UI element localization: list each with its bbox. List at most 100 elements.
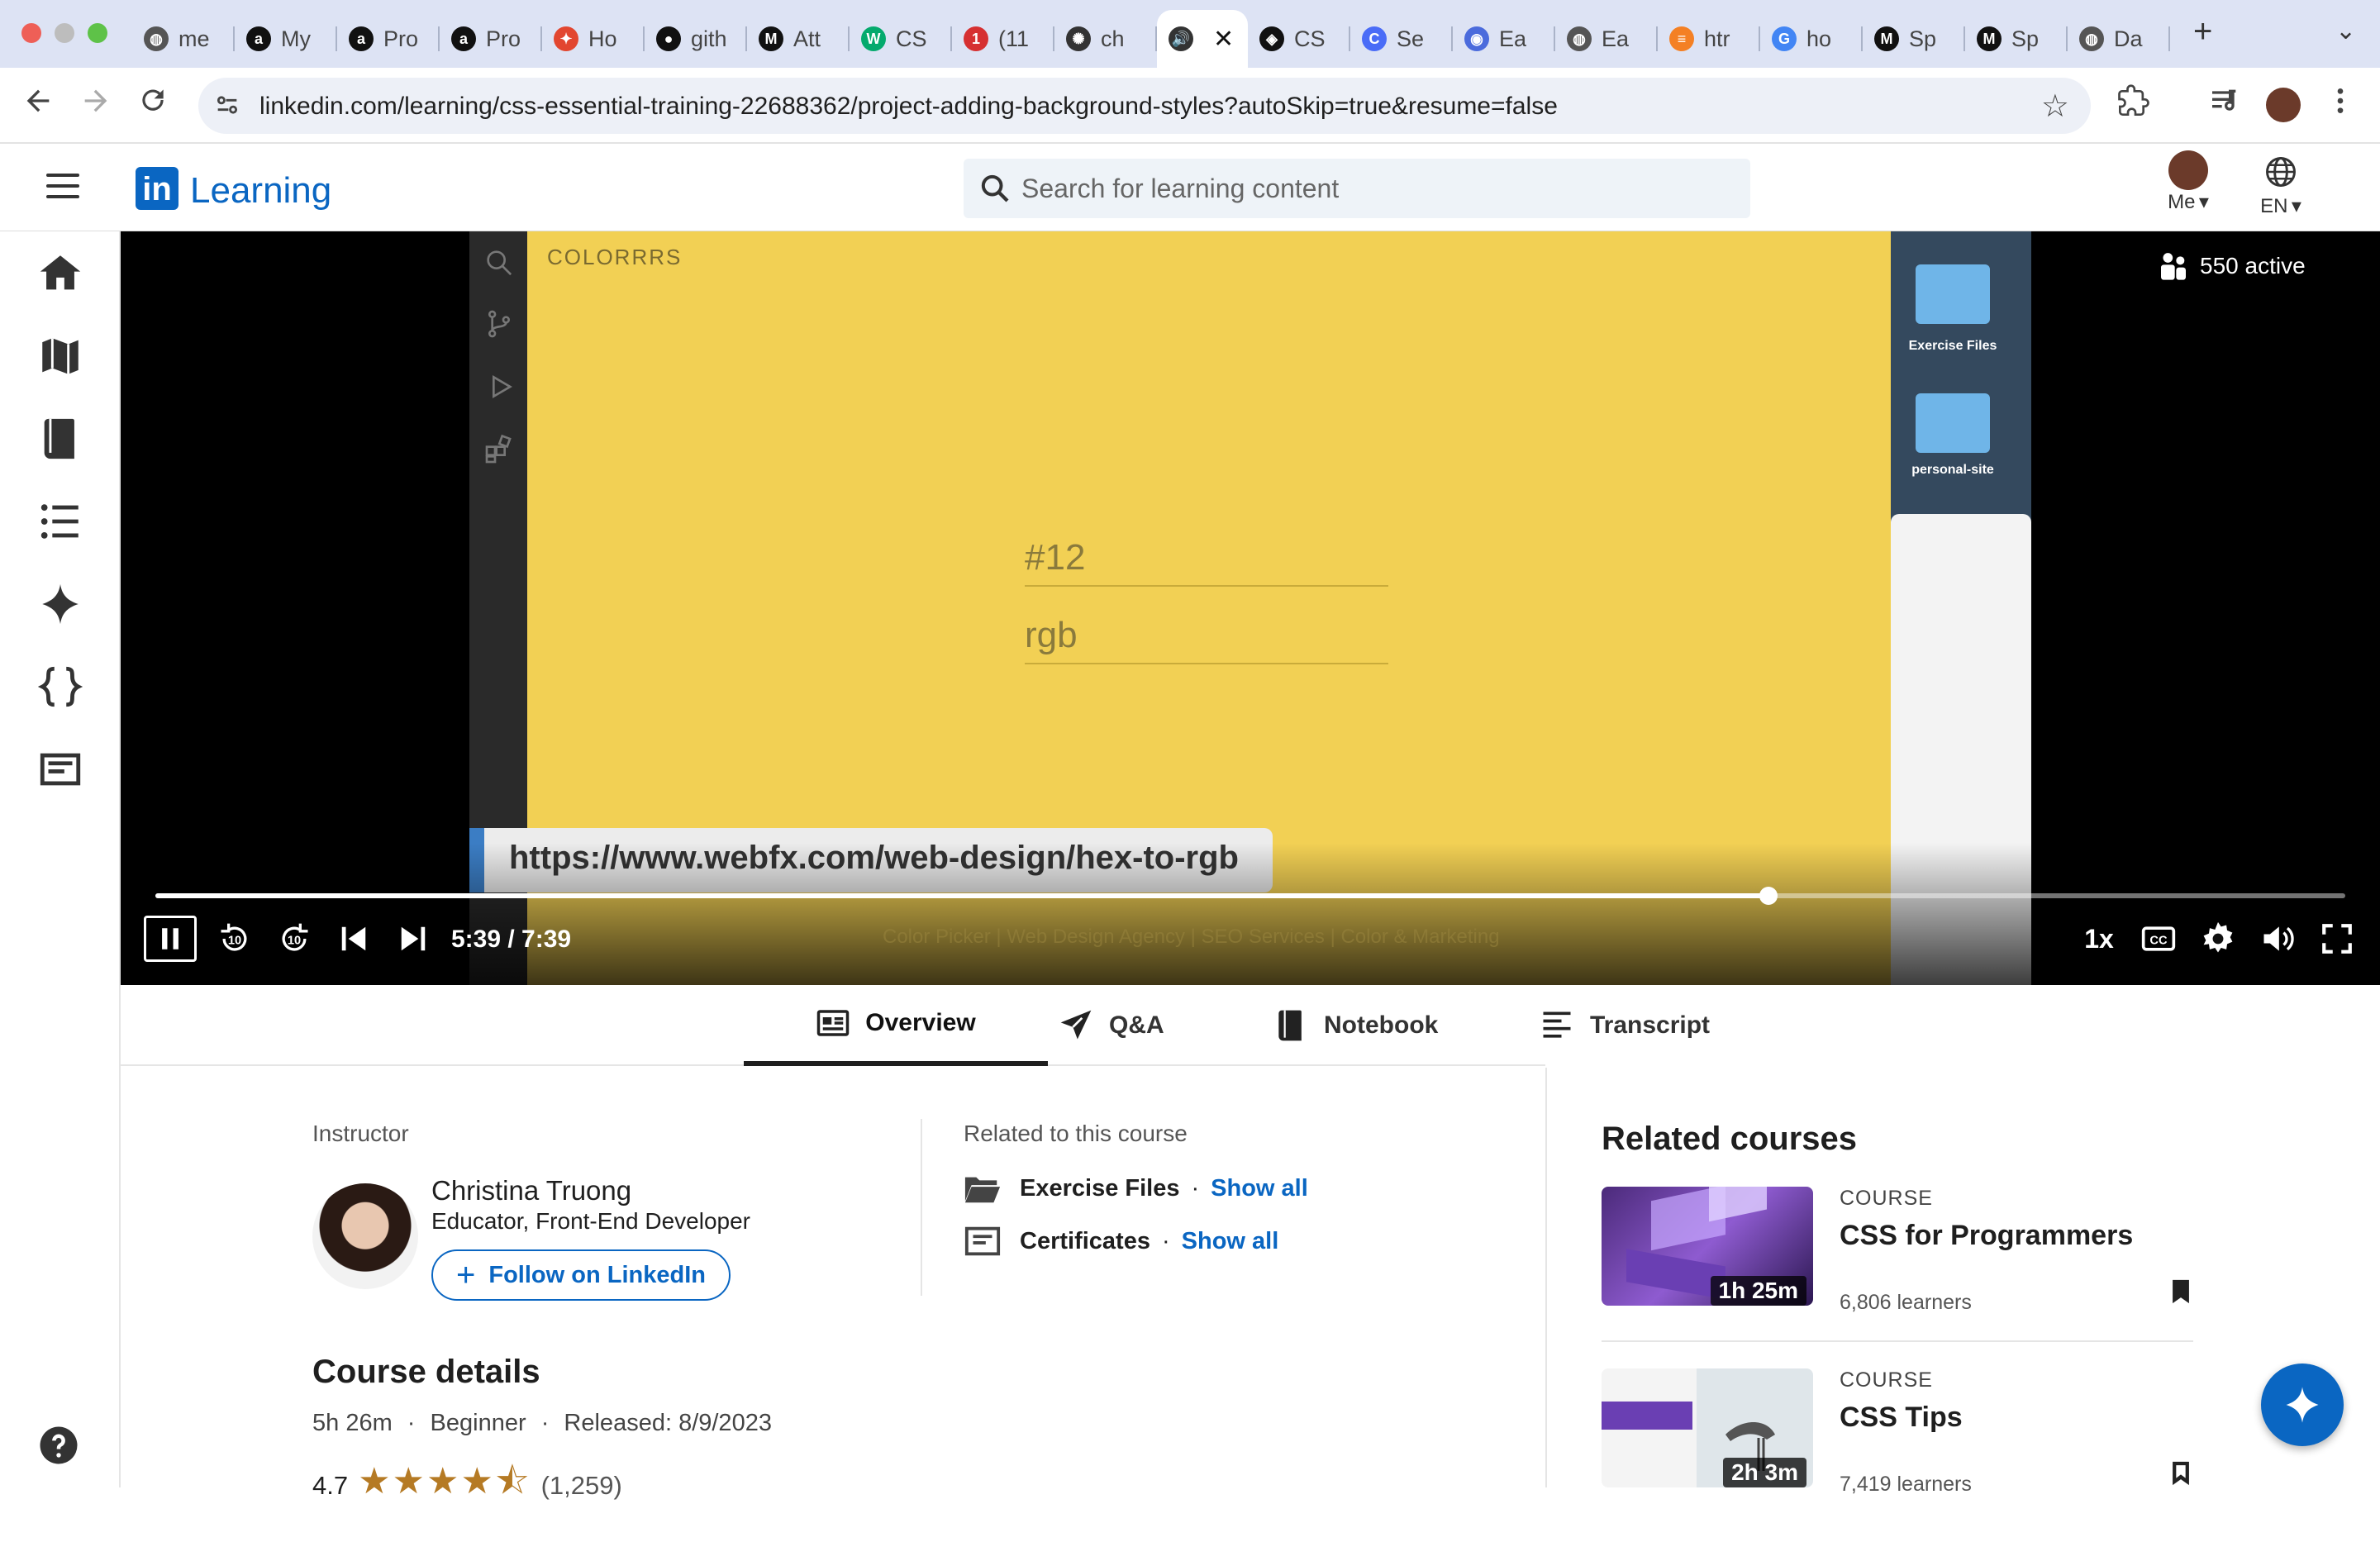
browser-tab[interactable]: ✺ ch xyxy=(1054,10,1157,68)
course-thumbnail[interactable]: 1h 25m xyxy=(1602,1187,1813,1306)
tab-search-chevron-icon[interactable]: ⌄ xyxy=(2335,17,2356,45)
window-minimize-button[interactable] xyxy=(55,23,74,43)
browser-tab[interactable]: ≡ htr xyxy=(1658,10,1760,68)
browser-tab[interactable]: ◈ CS xyxy=(1248,10,1350,68)
notification-icon: 1 xyxy=(964,26,988,51)
reload-icon[interactable] xyxy=(137,84,169,124)
extensions-puzzle-icon[interactable] xyxy=(2117,84,2150,126)
browser-tab[interactable]: 🔊 ✕ xyxy=(1157,10,1248,68)
exercise-files-show-all-link[interactable]: Show all xyxy=(1211,1175,1308,1202)
volume-button[interactable] xyxy=(2253,916,2302,962)
rewind-10-button[interactable]: 10 xyxy=(212,916,258,962)
list-icon[interactable] xyxy=(36,497,84,545)
alx-icon: a xyxy=(246,26,271,51)
site-settings-icon[interactable] xyxy=(213,91,241,119)
instructor-avatar[interactable] xyxy=(312,1183,418,1289)
google-icon: G xyxy=(1772,26,1797,51)
alx-icon: a xyxy=(349,26,374,51)
caret-down-icon: ▾ xyxy=(2198,191,2209,213)
window-close-button[interactable] xyxy=(21,23,41,43)
forward-10-button[interactable]: 10 xyxy=(271,916,317,962)
window-zoom-button[interactable] xyxy=(88,23,107,43)
me-menu[interactable]: Me ▾ xyxy=(2159,145,2218,214)
browser-tab[interactable]: W CS xyxy=(850,10,952,68)
bookmark-star-icon[interactable]: ☆ xyxy=(2041,88,2069,125)
course-title[interactable]: CSS for Programmers xyxy=(1840,1220,2133,1252)
browser-tab[interactable]: a My xyxy=(235,10,337,68)
library-book-icon[interactable] xyxy=(36,415,84,463)
settings-button[interactable] xyxy=(2193,916,2243,962)
instructor-name[interactable]: Christina Truong xyxy=(431,1175,631,1206)
forward-arrow-icon[interactable] xyxy=(79,84,112,126)
hex-input-display: #12 xyxy=(1025,537,1388,587)
browser-tab[interactable]: ◍ Da xyxy=(2068,10,2170,68)
captions-button[interactable]: CC xyxy=(2134,916,2183,962)
browser-menu-icon[interactable] xyxy=(2332,84,2349,126)
active-count: 550 active xyxy=(2200,253,2306,278)
tab-notebook[interactable]: Notebook xyxy=(1273,985,1438,1066)
course-thumbnail[interactable]: 2h 3m xyxy=(1602,1368,1813,1487)
code-braces-icon[interactable] xyxy=(36,663,84,711)
media-control-icon[interactable] xyxy=(2208,84,2241,126)
tab-overview[interactable]: Overview xyxy=(744,985,1048,1066)
close-tab-icon[interactable]: ✕ xyxy=(1213,25,1234,54)
follow-button[interactable]: + Follow on LinkedIn xyxy=(431,1249,731,1301)
browser-tab[interactable]: C Se xyxy=(1350,10,1453,68)
browser-tab[interactable]: a Pro xyxy=(440,10,542,68)
browser-tab[interactable]: Gho xyxy=(1760,10,1863,68)
browser-tab[interactable]: ● gith xyxy=(645,10,747,68)
fullscreen-button[interactable] xyxy=(2312,916,2362,962)
browser-tab[interactable]: ✦ Ho xyxy=(542,10,645,68)
browser-profile-avatar[interactable] xyxy=(2266,88,2301,122)
bookmark-outline-icon[interactable] xyxy=(2168,1459,2193,1492)
ai-coach-button[interactable] xyxy=(2261,1364,2344,1446)
previous-button[interactable] xyxy=(331,916,377,962)
browser-tab[interactable]: ◍ Ea xyxy=(1555,10,1658,68)
progress-scrubber[interactable] xyxy=(1759,887,1778,905)
learning-brand[interactable]: Learning xyxy=(190,170,331,212)
bookmark-icon[interactable] xyxy=(2168,1278,2193,1310)
sparkle-ai-icon[interactable] xyxy=(36,580,84,628)
browser-tab-label: Ea xyxy=(1499,26,1527,51)
separator-dot: · xyxy=(1161,1227,1170,1254)
tab-qa[interactable]: Q&A xyxy=(1058,985,1164,1066)
video-player[interactable]: COLORRRS #12 rgb Exercise Files personal… xyxy=(121,231,2380,985)
progress-bar[interactable] xyxy=(155,887,2345,905)
browser-tab[interactable]: ◍ me xyxy=(132,10,235,68)
course-title[interactable]: CSS Tips xyxy=(1840,1402,1963,1434)
next-button[interactable] xyxy=(390,916,436,962)
linkedin-logo[interactable]: in xyxy=(136,167,178,210)
address-bar[interactable]: linkedin.com/learning/css-essential-trai… xyxy=(198,78,2091,134)
globe-icon: ◍ xyxy=(1567,26,1592,51)
search-box xyxy=(964,159,1750,218)
new-tab-button[interactable]: + xyxy=(2193,13,2212,50)
course-card[interactable]: 1h 25m COURSE CSS for Programmers 6,806 … xyxy=(1602,1187,2193,1360)
home-icon[interactable] xyxy=(36,250,84,297)
browser-tab[interactable]: M Att xyxy=(747,10,850,68)
browser-tab-label: Se xyxy=(1397,26,1425,51)
pause-button[interactable] xyxy=(144,916,197,962)
search-input[interactable] xyxy=(1021,172,1732,205)
map-icon[interactable] xyxy=(36,332,84,380)
related-courses-panel: Related courses 1h 25m COURSE CSS for Pr… xyxy=(1545,1068,2380,1496)
course-rating[interactable]: 4.7 ★★★★⯪ (1,259) xyxy=(312,1454,622,1516)
back-arrow-icon[interactable] xyxy=(21,84,55,126)
browser-tab[interactable]: M Sp xyxy=(1965,10,2068,68)
browser-tab[interactable]: ◉ Ea xyxy=(1453,10,1555,68)
tab-transcript[interactable]: Transcript xyxy=(1539,985,1710,1066)
certificates-show-all-link[interactable]: Show all xyxy=(1182,1228,1279,1255)
caret-down-icon: ▾ xyxy=(2291,195,2301,217)
browser-tab-label: CS xyxy=(1294,26,1326,51)
rewind-10-icon: 10 xyxy=(221,923,247,951)
course-card[interactable]: 2h 3m COURSE CSS Tips 7,419 learners xyxy=(1602,1368,2193,1542)
playback-speed-button[interactable]: 1x xyxy=(2074,916,2124,962)
gear-icon xyxy=(2203,921,2233,953)
browser-tab[interactable]: 1 (11 xyxy=(952,10,1054,68)
hamburger-menu-icon[interactable] xyxy=(46,174,79,198)
language-menu[interactable]: EN ▾ xyxy=(2248,145,2314,218)
help-icon[interactable] xyxy=(36,1423,84,1471)
certificate-icon[interactable] xyxy=(36,745,84,793)
browser-tab[interactable]: M Sp xyxy=(1863,10,1965,68)
browser-tab[interactable]: a Pro xyxy=(337,10,440,68)
certificate-icon xyxy=(964,1226,1001,1256)
